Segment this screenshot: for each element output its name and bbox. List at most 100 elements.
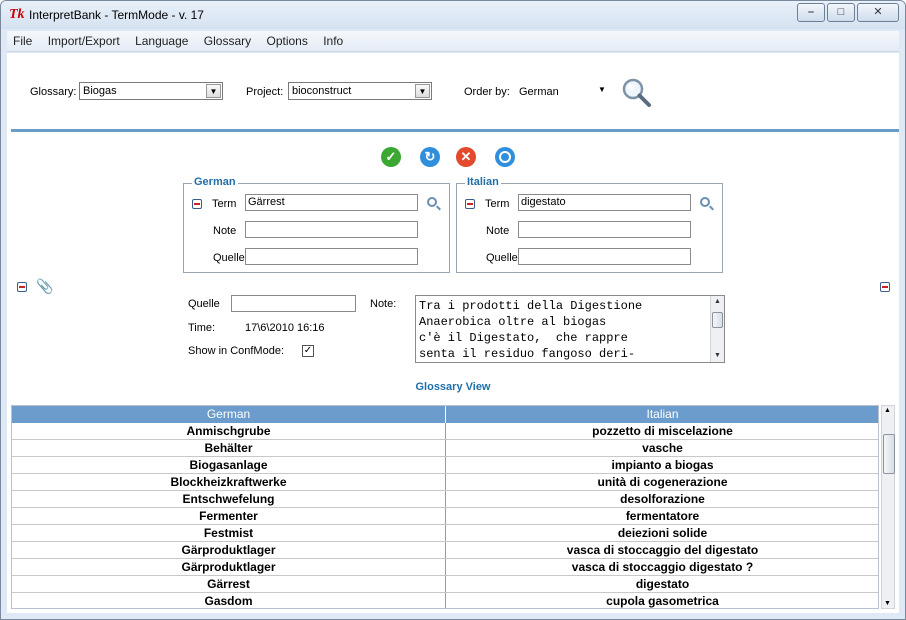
cell-italian[interactable]: pozzetto di miscelazione	[446, 423, 878, 439]
glossary-label: Glossary:	[30, 86, 77, 98]
project-select-value: bioconstruct	[292, 85, 352, 97]
menu-bar: File Import/Export Language Glossary Opt…	[7, 31, 899, 52]
cell-italian[interactable]: vasche	[446, 440, 878, 456]
confmode-label: Show in ConfMode:	[188, 345, 284, 357]
column-header-italian[interactable]: Italian	[446, 406, 878, 423]
menu-info[interactable]: Info	[317, 31, 349, 51]
title-bar[interactable]: Tk InterpretBank - TermMode - v. 17 ⎯ □ …	[1, 1, 905, 29]
table-row[interactable]: Biogasanlage impianto a biogas	[12, 457, 878, 474]
cell-italian[interactable]: vasca di stoccaggio del digestato	[446, 542, 878, 558]
italian-group: Italian Term digestato Note Quelle	[456, 176, 723, 273]
cell-german[interactable]: Blockheizkraftwerke	[12, 474, 446, 490]
collapse-icon[interactable]	[880, 282, 890, 292]
table-scrollbar[interactable]: ▲ ▼	[881, 405, 895, 609]
cell-german[interactable]: Gärproduktlager	[12, 542, 446, 558]
chevron-down-icon[interactable]: ▼	[598, 85, 606, 94]
paperclip-icon[interactable]: 📎	[36, 278, 53, 295]
minimize-icon[interactable]: ⎯	[797, 3, 825, 22]
cell-german[interactable]: Biogasanlage	[12, 457, 446, 473]
cell-italian[interactable]: digestato	[446, 576, 878, 592]
glossary-table: German Italian Anmischgrube pozzetto di m…	[11, 405, 879, 609]
menu-options[interactable]: Options	[260, 31, 313, 51]
search-icon[interactable]	[621, 77, 653, 109]
german-group: German Term Gärrest Note Quelle	[183, 176, 450, 273]
table-row[interactable]: Fermenter fermentatore	[12, 508, 878, 525]
target-icon[interactable]	[495, 147, 515, 167]
order-by-select[interactable]: German ▼	[515, 82, 611, 100]
scroll-down-icon[interactable]: ▼	[711, 350, 724, 362]
table-row[interactable]: Blockheizkraftwerke unità di cogenerazion…	[12, 474, 878, 491]
table-row[interactable]: Festmist deiezioni solide	[12, 525, 878, 542]
column-header-german[interactable]: German	[12, 406, 445, 423]
cell-german[interactable]: Festmist	[12, 525, 446, 541]
cell-italian[interactable]: deiezioni solide	[446, 525, 878, 541]
menu-import-export[interactable]: Import/Export	[42, 31, 126, 51]
search-icon[interactable]	[427, 197, 437, 207]
german-quelle-label: Quelle	[213, 252, 245, 264]
collapse-icon[interactable]	[192, 199, 202, 209]
table-row[interactable]: Behälter vasche	[12, 440, 878, 457]
note-label: Note:	[370, 298, 397, 310]
german-term-label: Term	[212, 198, 237, 210]
cell-italian[interactable]: impianto a biogas	[446, 457, 878, 473]
italian-term-input[interactable]: digestato	[518, 194, 691, 211]
table-row[interactable]: Gärproduktlager vasca di stoccaggio del d…	[12, 542, 878, 559]
cell-german[interactable]: Gärproduktlager	[12, 559, 446, 575]
scroll-up-icon[interactable]: ▲	[884, 407, 891, 414]
cell-italian[interactable]: unità di cogenerazione	[446, 474, 878, 490]
cell-german[interactable]: Fermenter	[12, 508, 446, 524]
cell-german[interactable]: Anmischgrube	[12, 423, 446, 439]
german-note-input[interactable]	[245, 221, 418, 238]
scroll-thumb[interactable]	[712, 312, 723, 328]
cell-italian[interactable]: fermentatore	[446, 508, 878, 524]
german-quelle-input[interactable]	[245, 248, 418, 265]
confmode-checkbox[interactable]: ✓	[302, 345, 314, 357]
menu-file[interactable]: File	[7, 31, 38, 51]
scroll-up-icon[interactable]: ▲	[711, 296, 724, 308]
italian-quelle-input[interactable]	[518, 248, 691, 265]
note-text: Tra i prodotti della Digestione Anaerobi…	[419, 299, 643, 361]
time-label: Time:	[188, 322, 216, 334]
quelle-label: Quelle	[188, 298, 220, 310]
quelle-input[interactable]	[231, 295, 356, 312]
italian-quelle-label: Quelle	[486, 252, 518, 264]
cell-german[interactable]: Gasdom	[12, 593, 446, 608]
chevron-down-icon[interactable]: ▼	[415, 84, 430, 98]
cell-german[interactable]: Entschwefelung	[12, 491, 446, 507]
german-term-input[interactable]: Gärrest	[245, 194, 418, 211]
table-row[interactable]: Gasdom cupola gasometrica	[12, 593, 878, 608]
refresh-icon[interactable]: ↻	[420, 147, 440, 167]
close-icon[interactable]: ✕	[857, 3, 899, 22]
cell-german[interactable]: Gärrest	[12, 576, 446, 592]
chevron-down-icon[interactable]: ▼	[206, 84, 221, 98]
collapse-icon[interactable]	[17, 282, 27, 292]
maximize-icon[interactable]: □	[827, 3, 855, 22]
italian-term-label: Term	[485, 198, 510, 210]
project-select[interactable]: bioconstruct ▼	[288, 82, 432, 100]
scroll-thumb[interactable]	[883, 434, 895, 474]
table-row[interactable]: Entschwefelung desolforazione	[12, 491, 878, 508]
menu-glossary[interactable]: Glossary	[198, 31, 257, 51]
note-scrollbar[interactable]: ▲ ▼	[710, 296, 724, 362]
cell-german[interactable]: Behälter	[12, 440, 446, 456]
search-icon[interactable]	[700, 197, 710, 207]
italian-note-input[interactable]	[518, 221, 691, 238]
table-row[interactable]: Gärrest digestato	[12, 576, 878, 593]
glossary-view-title: Glossary View	[415, 381, 491, 393]
cell-italian[interactable]: desolforazione	[446, 491, 878, 507]
checkmark-icon[interactable]: ✓	[381, 147, 401, 167]
app-icon: Tk	[9, 7, 25, 22]
cell-italian[interactable]: cupola gasometrica	[446, 593, 878, 608]
menu-language[interactable]: Language	[129, 31, 194, 51]
table-row[interactable]: Anmischgrube pozzetto di miscelazione	[12, 423, 878, 440]
table-row[interactable]: Gärproduktlager vasca di stoccaggio diges…	[12, 559, 878, 576]
german-group-title: German	[192, 176, 238, 188]
cancel-icon[interactable]: ✕	[456, 147, 476, 167]
order-by-label: Order by:	[464, 86, 510, 98]
collapse-icon[interactable]	[465, 199, 475, 209]
glossary-select[interactable]: Biogas ▼	[79, 82, 223, 100]
cell-italian[interactable]: vasca di stoccaggio digestato ?	[446, 559, 878, 575]
note-textarea[interactable]: Tra i prodotti della Digestione Anaerobi…	[415, 295, 725, 363]
scroll-down-icon[interactable]: ▼	[884, 600, 891, 607]
italian-group-title: Italian	[465, 176, 501, 188]
